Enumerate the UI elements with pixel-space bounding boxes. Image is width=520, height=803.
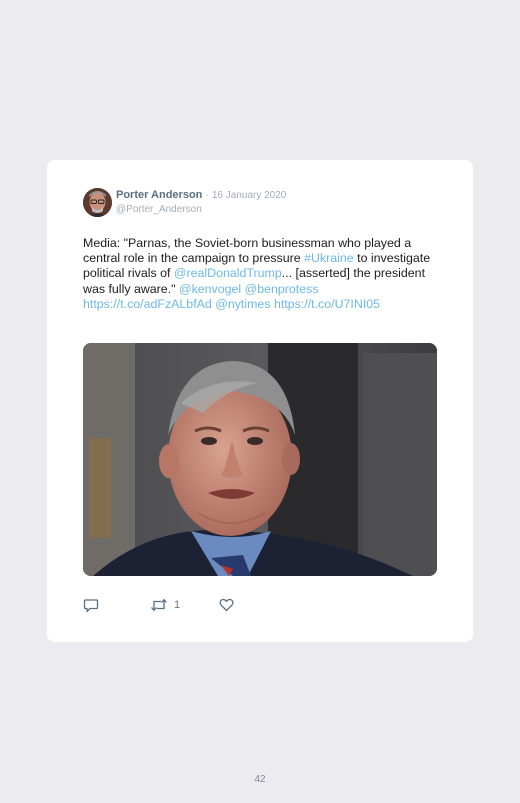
retweet-icon [150, 598, 168, 612]
tweet-date[interactable]: 16 January 2020 [212, 190, 287, 201]
reply-button[interactable] [83, 597, 99, 613]
mention-link[interactable]: @benprotess [245, 282, 319, 296]
like-button[interactable] [219, 597, 234, 613]
tweet-media-image[interactable] [83, 343, 437, 576]
tweet-actions: 1 [83, 597, 283, 613]
heart-icon [219, 598, 234, 612]
retweet-count: 1 [174, 599, 181, 611]
url-link[interactable]: https://t.co/U7INI05 [274, 297, 380, 311]
hashtag-link[interactable]: #Ukraine [304, 251, 354, 265]
page: Porter Anderson · 16 January 2020 @Porte… [0, 0, 520, 803]
retweet-button[interactable]: 1 [150, 597, 180, 613]
avatar[interactable] [83, 188, 112, 217]
author-name[interactable]: Porter Anderson [116, 189, 202, 201]
author-handle[interactable]: @Porter_Anderson [116, 204, 202, 216]
reply-icon [83, 598, 99, 613]
tweet-text: Media: "Parnas, the Soviet-born business… [83, 236, 445, 312]
page-number: 42 [254, 774, 266, 785]
mention-link[interactable]: @kenvogel [179, 282, 241, 296]
tweet-card: Porter Anderson · 16 January 2020 @Porte… [47, 160, 473, 642]
name-line: Porter Anderson · 16 January 2020 [116, 189, 286, 202]
url-link[interactable]: https://t.co/adFzALbfAd [83, 297, 212, 311]
mention-link[interactable]: @realDonaldTrump [174, 266, 282, 280]
mention-link[interactable]: @nytimes [215, 297, 270, 311]
date-separator: · [205, 190, 209, 201]
